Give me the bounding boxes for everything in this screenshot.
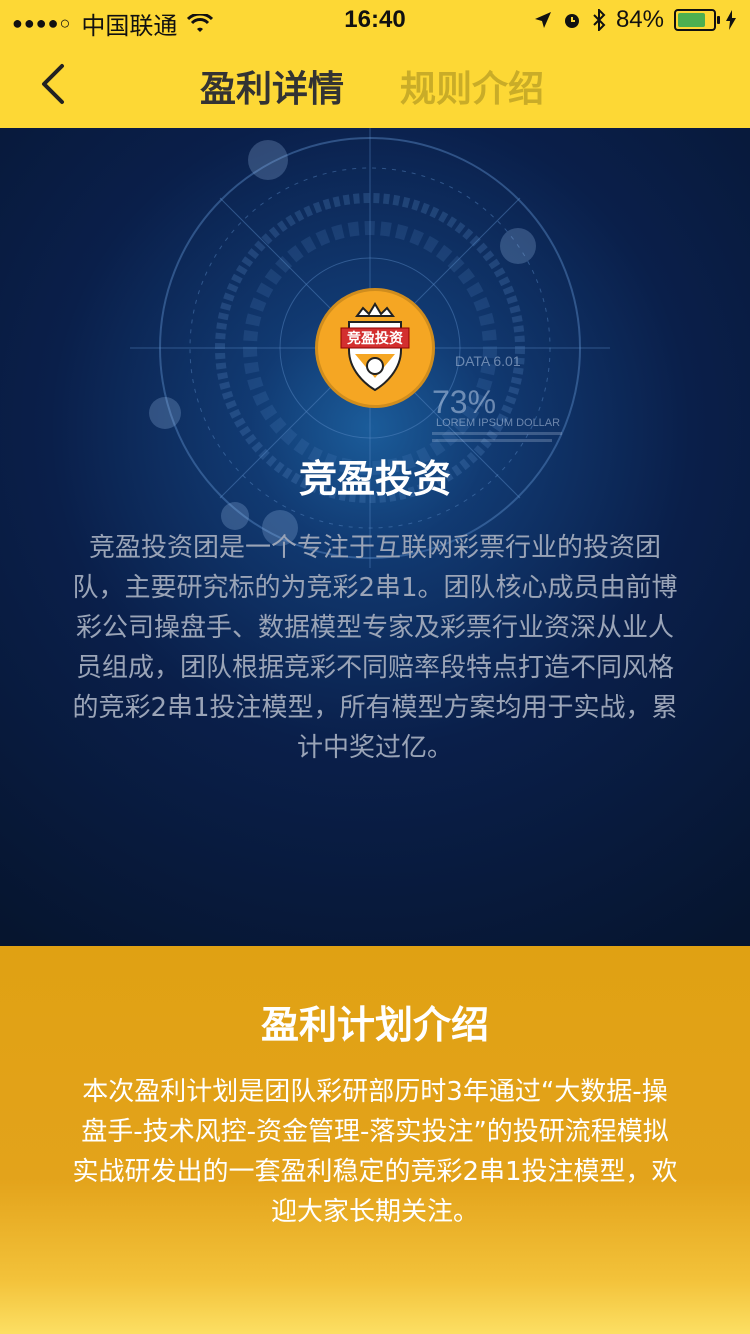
- team-title: 竞盈投资: [298, 457, 451, 501]
- shield-crown-icon: 竞盈投资: [340, 302, 410, 392]
- battery-percent: 84%: [615, 6, 664, 33]
- location-icon: [534, 12, 551, 28]
- bluetooth-icon: [593, 9, 606, 31]
- battery-icon: [674, 9, 720, 31]
- profit-plan-section: 盈利计划介绍 本次盈利计划是团队彩研部历时3年通过“大数据-操盘手-技术风控-资…: [0, 946, 750, 1334]
- hud-data-label: DATA 6.01: [455, 353, 521, 369]
- hud-percent-text: 73%: [432, 384, 496, 420]
- chevron-left-icon: [42, 64, 64, 104]
- plan-description: 本次盈利计划是团队彩研部历时3年通过“大数据-操盘手-技术风控-资金管理-落实投…: [72, 1077, 678, 1227]
- plan-title: 盈利计划介绍: [260, 1003, 489, 1047]
- back-button[interactable]: [38, 62, 68, 106]
- team-logo: 竞盈投资: [315, 288, 435, 408]
- alarm-icon: [564, 14, 579, 28]
- status-bar: ●●●●○ 中国联通 16:40 84%: [0, 0, 750, 40]
- charging-icon: [726, 10, 736, 30]
- top-navigation: 盈利详情 规则介绍: [0, 40, 750, 128]
- tab-rules-intro[interactable]: 规则介绍: [400, 60, 544, 112]
- tab-profit-details[interactable]: 盈利详情: [200, 60, 344, 112]
- team-description: 竞盈投资团是一个专注于互联网彩票行业的投资团队，主要研究标的为竞彩2串1。团队核…: [72, 533, 678, 763]
- logo-text: 竞盈投资: [347, 330, 403, 347]
- hud-caption-text: LOREM IPSUM DOLLAR: [436, 417, 560, 429]
- team-intro-section: DATA 6.01 73% LOREM IPSUM DOLLAR 竞盈投资 竞盈…: [0, 128, 750, 946]
